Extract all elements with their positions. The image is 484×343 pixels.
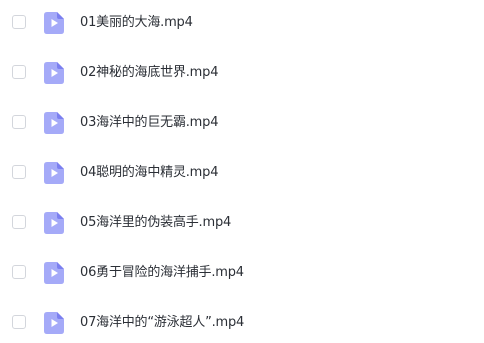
checkbox[interactable] [12, 165, 26, 179]
checkbox[interactable] [12, 15, 26, 29]
file-row[interactable]: 03海洋中的巨无霸.mp4 [0, 103, 484, 143]
file-name[interactable]: 04聪明的海中精灵.mp4 [80, 164, 218, 182]
file-list: 01美丽的大海.mp4 02神秘的海底世界.mp4 03海洋中的巨无霸.mp4 … [0, 0, 484, 334]
video-file-icon [44, 262, 64, 284]
file-name[interactable]: 06勇于冒险的海洋捕手.mp4 [80, 264, 244, 282]
file-row[interactable]: 06勇于冒险的海洋捕手.mp4 [0, 253, 484, 293]
video-file-icon [44, 212, 64, 234]
file-row[interactable]: 04聪明的海中精灵.mp4 [0, 153, 484, 193]
checkbox[interactable] [12, 215, 26, 229]
checkbox[interactable] [12, 65, 26, 79]
file-row[interactable]: 05海洋里的伪装高手.mp4 [0, 203, 484, 243]
checkbox[interactable] [12, 265, 26, 279]
file-name[interactable]: 03海洋中的巨无霸.mp4 [80, 114, 218, 132]
file-name[interactable]: 05海洋里的伪装高手.mp4 [80, 214, 231, 232]
video-file-icon [44, 312, 64, 334]
video-file-icon [44, 162, 64, 184]
file-row[interactable]: 01美丽的大海.mp4 [0, 3, 484, 43]
checkbox[interactable] [12, 115, 26, 129]
checkbox[interactable] [12, 315, 26, 329]
video-file-icon [44, 12, 64, 34]
file-name[interactable]: 02神秘的海底世界.mp4 [80, 64, 218, 82]
video-file-icon [44, 112, 64, 134]
video-file-icon [44, 62, 64, 84]
file-name[interactable]: 01美丽的大海.mp4 [80, 14, 193, 32]
file-row[interactable]: 02神秘的海底世界.mp4 [0, 53, 484, 93]
file-row[interactable]: 07海洋中的“游泳超人”.mp4 [0, 303, 484, 343]
file-name[interactable]: 07海洋中的“游泳超人”.mp4 [80, 314, 244, 332]
